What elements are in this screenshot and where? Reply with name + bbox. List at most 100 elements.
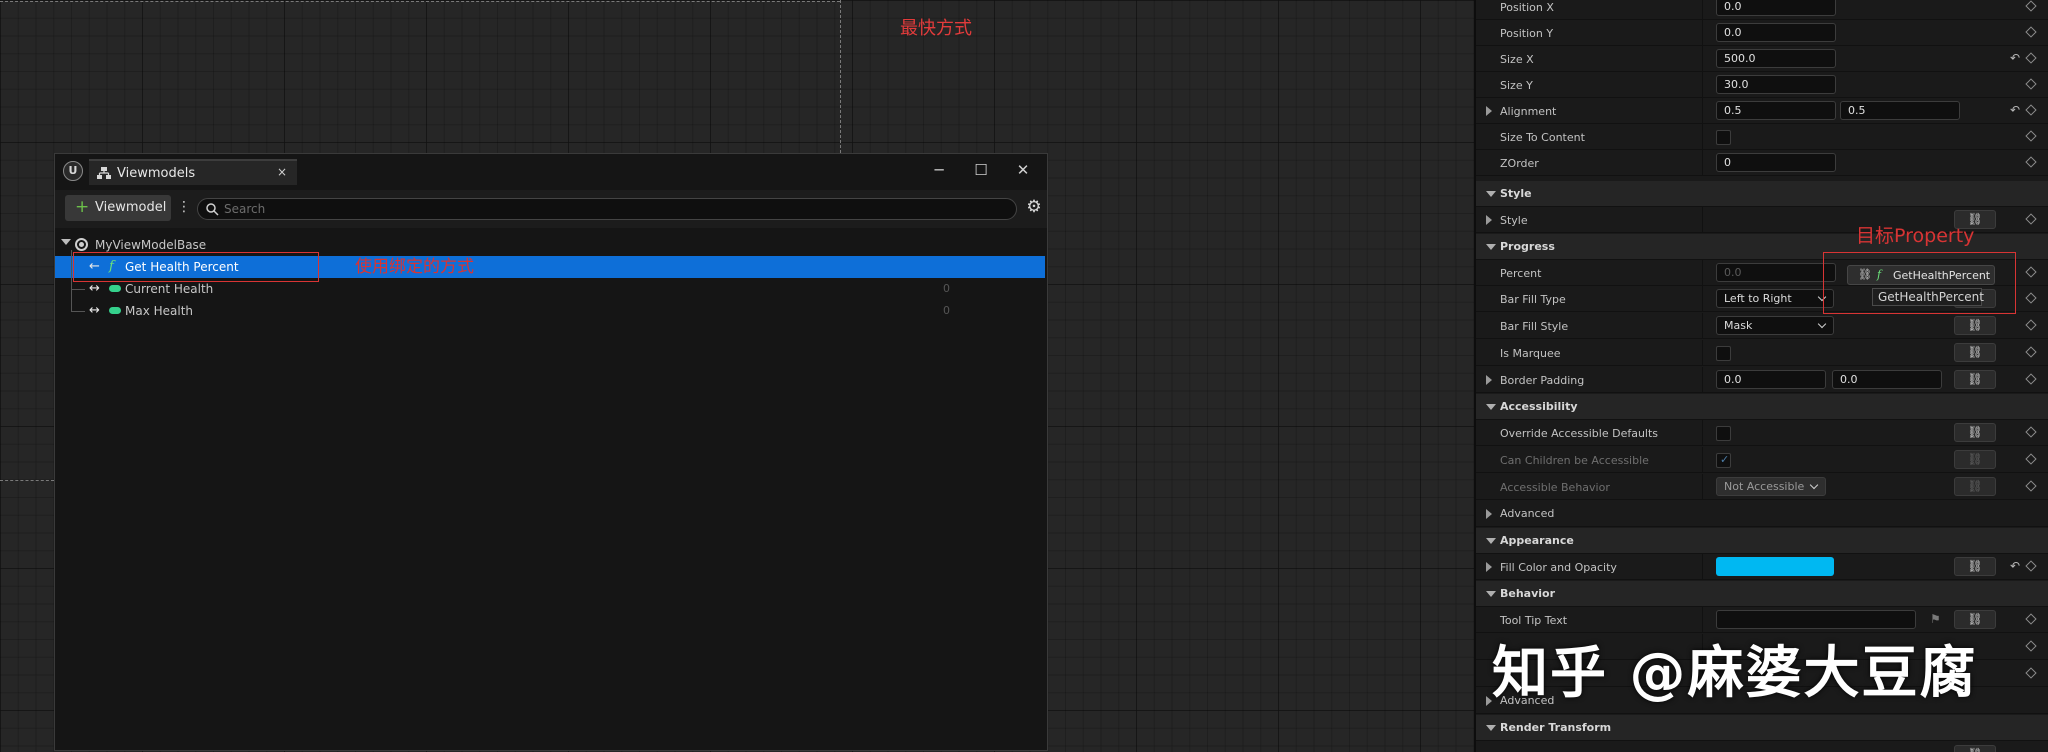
size-x-input[interactable]: 500.0: [1716, 49, 1836, 68]
dropdown-value: Not Accessible: [1724, 480, 1805, 493]
keyframe-diamond-icon[interactable]: [2025, 319, 2037, 331]
tooltip-text-input[interactable]: [1716, 610, 1916, 629]
maximize-button[interactable]: ☐: [969, 159, 993, 181]
search-field[interactable]: [197, 198, 1017, 220]
border-padding-right-input[interactable]: 0.0: [1832, 370, 1942, 389]
expand-arrow-icon[interactable]: [1486, 562, 1492, 572]
keyframe-diamond-icon[interactable]: [2025, 426, 2037, 438]
keyframe-diamond-icon[interactable]: [2025, 78, 2037, 90]
tree-connector: [71, 289, 85, 290]
prop-label: Size Y: [1500, 79, 1533, 92]
alignment-x-input[interactable]: 0.5: [1716, 101, 1836, 120]
keyframe-diamond-icon[interactable]: [2025, 26, 2037, 38]
prop-bar-fill-style: Bar Fill Style Mask ⛓: [1476, 313, 2048, 339]
bind-button[interactable]: ⛓: [1954, 745, 1996, 752]
bind-button[interactable]: ⛓: [1954, 370, 1996, 389]
position-y-input[interactable]: 0.0: [1716, 23, 1836, 42]
accessible-behavior-dropdown[interactable]: Not Accessible: [1716, 477, 1826, 496]
dropdown-caret-icon: [1809, 480, 1819, 490]
unreal-logo-icon: U: [63, 161, 83, 181]
prop-label: Fill Color and Opacity: [1500, 561, 1617, 574]
bind-button[interactable]: ⛓: [1954, 477, 1996, 496]
alignment-y-input[interactable]: 0.5: [1840, 101, 1960, 120]
keyframe-diamond-icon[interactable]: [2025, 156, 2037, 168]
keyframe-diamond-icon[interactable]: [2025, 480, 2037, 492]
keyframe-diamond-icon[interactable]: [2025, 0, 2037, 12]
keyframe-diamond-icon[interactable]: [2025, 453, 2037, 465]
plus-icon: +: [75, 197, 90, 217]
keyframe-diamond-icon[interactable]: [2025, 266, 2037, 278]
keyframe-diamond-icon[interactable]: [2025, 613, 2037, 625]
bar-fill-type-dropdown[interactable]: Left to Right: [1716, 289, 1834, 308]
reset-to-default-icon[interactable]: ↶: [2010, 103, 2020, 117]
section-accessibility[interactable]: Accessibility: [1476, 394, 2048, 420]
annotation-fastest-way: 最快方式: [900, 18, 972, 39]
keyframe-diamond-icon[interactable]: [2025, 52, 2037, 64]
bind-button[interactable]: ⛓: [1954, 450, 1996, 469]
tree-connector: [71, 311, 85, 312]
watermark: 知乎 @麻婆大豆腐: [1492, 641, 1978, 706]
size-y-input[interactable]: 30.0: [1716, 75, 1836, 94]
column-divider: [1702, 367, 1703, 393]
size-to-content-checkbox[interactable]: [1716, 130, 1731, 145]
children-accessible-checkbox[interactable]: ✓: [1716, 453, 1731, 468]
expand-arrow-icon[interactable]: [1486, 215, 1492, 225]
check-icon: ✓: [1720, 453, 1730, 466]
annotation-box-binding: [73, 252, 319, 282]
expand-arrow-icon[interactable]: [1486, 106, 1492, 116]
tab-close-icon[interactable]: ×: [277, 165, 287, 179]
bar-fill-style-dropdown[interactable]: Mask: [1716, 316, 1834, 335]
tree-item-value: 0: [943, 282, 950, 295]
reset-to-default-icon[interactable]: ↶: [2010, 559, 2020, 573]
viewmodel-class-icon: [75, 238, 88, 251]
bind-button[interactable]: ⛓: [1954, 316, 1996, 335]
bind-button[interactable]: ⛓: [1954, 557, 1996, 576]
collapse-chevron-icon[interactable]: [61, 239, 71, 245]
bind-button[interactable]: ⛓: [1954, 343, 1996, 362]
keyframe-diamond-icon[interactable]: [2025, 640, 2037, 652]
section-label: Appearance: [1500, 534, 1574, 547]
prop-can-children-be-accessible: Can Children be Accessible ✓ ⛓: [1476, 447, 2048, 473]
keyframe-diamond-icon[interactable]: [2025, 104, 2037, 116]
window-titlebar[interactable]: U Viewmodels × ─ ☐ ✕: [55, 154, 1047, 190]
override-accessible-checkbox[interactable]: [1716, 426, 1731, 441]
column-divider: [1702, 46, 1703, 72]
tab-viewmodels[interactable]: Viewmodels ×: [89, 159, 297, 185]
position-x-input[interactable]: 0.0: [1716, 0, 1836, 16]
section-style[interactable]: Style: [1476, 181, 2048, 207]
more-options-icon[interactable]: ⋮: [177, 198, 191, 216]
column-divider: [1702, 150, 1703, 176]
search-input[interactable]: [224, 201, 1004, 217]
keyframe-diamond-icon[interactable]: [2025, 667, 2037, 679]
tree-item-max-health[interactable]: ↔ Max Health 0: [55, 300, 1045, 322]
keyframe-diamond-icon[interactable]: [2025, 130, 2037, 142]
bind-button[interactable]: ⛓: [1954, 610, 1996, 629]
section-behavior[interactable]: Behavior: [1476, 581, 2048, 607]
keyframe-diamond-icon[interactable]: [2025, 346, 2037, 358]
expand-arrow-icon[interactable]: [1486, 375, 1492, 385]
settings-gear-icon[interactable]: ⚙: [1025, 198, 1043, 216]
close-window-button[interactable]: ✕: [1011, 159, 1035, 181]
percent-input[interactable]: 0.0: [1716, 263, 1836, 282]
zorder-input[interactable]: 0: [1716, 153, 1836, 172]
keyframe-diamond-icon[interactable]: [2025, 373, 2037, 385]
section-render-transform[interactable]: Render Transform: [1476, 715, 2048, 741]
reset-to-default-icon[interactable]: ↶: [2010, 51, 2020, 65]
dropdown-value: Mask: [1724, 319, 1753, 332]
prop-size-x: Size X 500.0 ↶: [1476, 46, 2048, 72]
fill-color-swatch[interactable]: [1716, 557, 1834, 576]
is-marquee-checkbox[interactable]: [1716, 346, 1731, 361]
float-pill-icon: [109, 307, 121, 314]
keyframe-diamond-icon[interactable]: [2025, 292, 2037, 304]
localization-flag-icon[interactable]: ⚑: [1930, 612, 1941, 626]
keyframe-diamond-icon[interactable]: [2025, 213, 2037, 225]
add-viewmodel-button[interactable]: + Viewmodel: [65, 195, 171, 221]
bind-button[interactable]: ⛓: [1954, 423, 1996, 442]
keyframe-diamond-icon[interactable]: [2025, 560, 2037, 572]
section-advanced[interactable]: Advanced: [1476, 501, 2048, 527]
minimize-button[interactable]: ─: [927, 159, 951, 181]
border-padding-left-input[interactable]: 0.0: [1716, 370, 1826, 389]
two-way-arrow-icon: ↔: [89, 303, 100, 318]
section-appearance[interactable]: Appearance: [1476, 528, 2048, 554]
viewmodels-window: U Viewmodels × ─ ☐ ✕ + Viewmodel ⋮ Searc…: [54, 153, 1048, 751]
